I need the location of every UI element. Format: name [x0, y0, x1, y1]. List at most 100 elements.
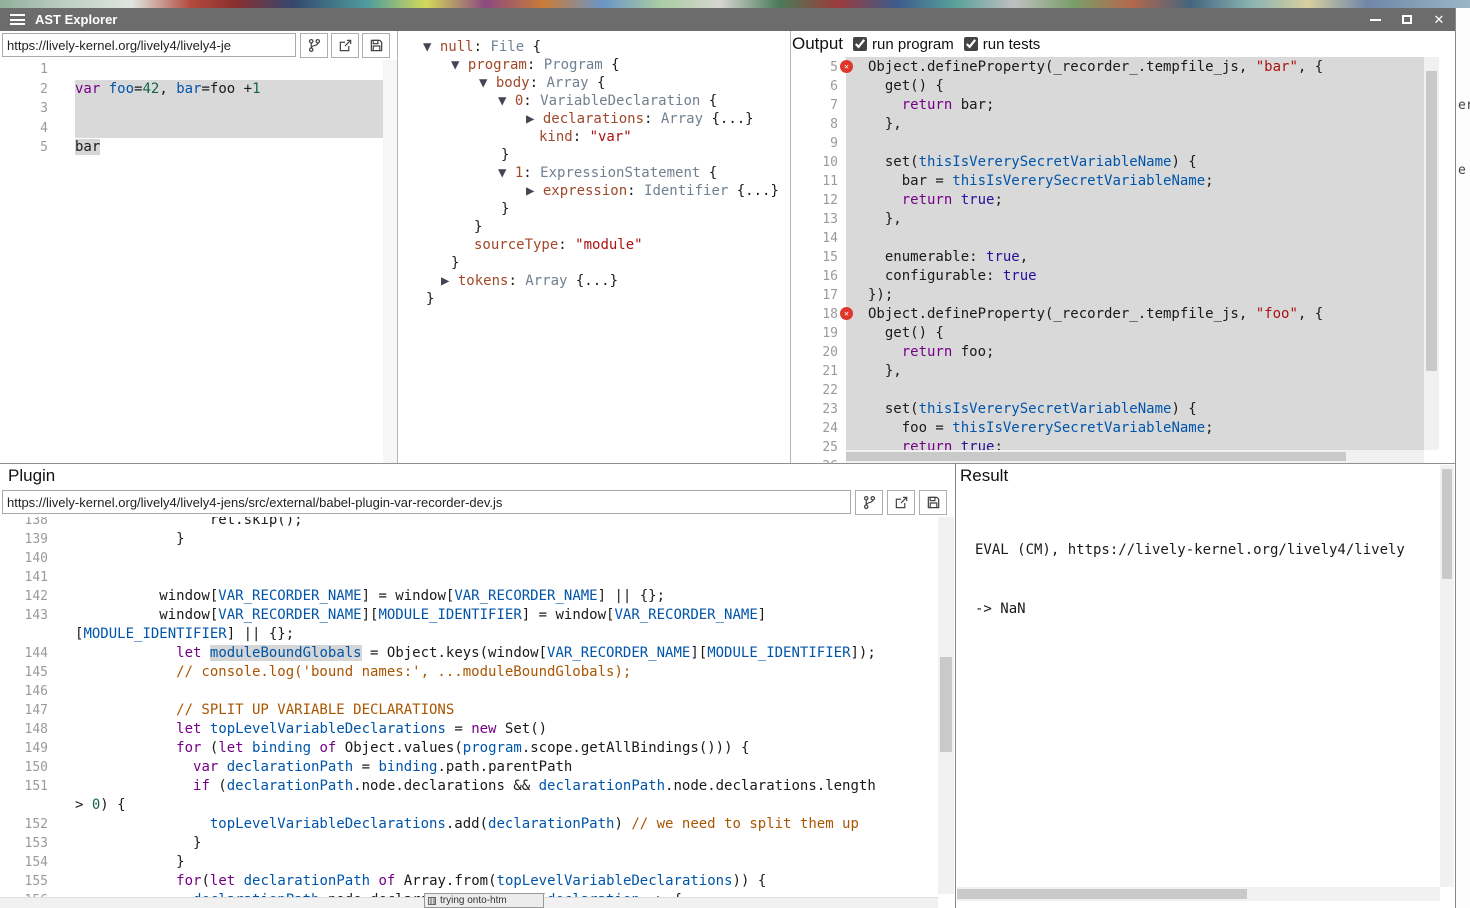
scrollbar-thumb[interactable] [957, 889, 1247, 899]
line-number: 14 [812, 229, 838, 248]
code-line: 1 [0, 60, 383, 80]
code-line: 3 [0, 99, 383, 119]
minimize-icon [1370, 19, 1381, 21]
code-line: 20 return foo; [812, 343, 1424, 362]
save-button[interactable] [362, 33, 390, 58]
line-number: 11 [812, 172, 838, 191]
output-editor[interactable]: 5✕Object.defineProperty(_recorder_.tempf… [812, 57, 1424, 463]
code-line: ▶ tokens: Array {...} [423, 272, 790, 290]
line-number: 12 [812, 191, 838, 210]
plugin-vertical-scrollbar[interactable] [938, 517, 954, 894]
code-line: 154 } [0, 853, 938, 872]
window-title: AST Explorer [35, 12, 117, 27]
ast-tree[interactable]: ▼ null: File {▼ program: Program {▼ body… [398, 31, 790, 463]
code-line: 13 }, [812, 210, 1424, 229]
code-line: 17}); [812, 286, 1424, 305]
code-line: sourceType: "module" [423, 236, 790, 254]
minimize-button[interactable] [1367, 12, 1383, 28]
code-line: 139 } [0, 530, 938, 549]
output-horizontal-scrollbar[interactable] [846, 450, 1424, 463]
open-external-button[interactable] [331, 33, 359, 58]
result-vertical-scrollbar[interactable] [1440, 465, 1454, 887]
taskbar-fragment-label: trying onto-htm [440, 895, 507, 906]
plugin-version-history-button[interactable] [855, 490, 883, 515]
code-line: 7 return bar; [812, 96, 1424, 115]
result-horizontal-scrollbar[interactable] [957, 887, 1440, 901]
code-line: } [423, 254, 790, 272]
code-line: 10 set(thisIsVererySecretVariableName) { [812, 153, 1424, 172]
run-program-checkbox-input[interactable] [853, 37, 867, 51]
source-url-input[interactable] [2, 33, 296, 57]
code-line: 155 for(let declarationPath of Array.fro… [0, 872, 938, 891]
pane-divider [955, 463, 956, 908]
run-tests-checkbox[interactable]: run tests [964, 36, 1041, 53]
code-line: 140 [0, 549, 938, 568]
error-icon[interactable]: ✕ [840, 60, 853, 73]
line-number: 9 [812, 134, 838, 153]
plugin-title: Plugin [8, 466, 55, 486]
line-number: 155 [0, 872, 48, 891]
line-number: 153 [0, 834, 48, 853]
version-history-button[interactable] [300, 33, 328, 58]
code-line: 151 if (declarationPath.node.declaration… [0, 777, 938, 796]
code-line: 18✕Object.defineProperty(_recorder_.temp… [812, 305, 1424, 324]
close-button[interactable]: ✕ [1431, 12, 1447, 28]
error-icon[interactable]: ✕ [840, 307, 853, 320]
desktop-wallpaper-strip [0, 0, 1470, 8]
code-line: ▼ 0: VariableDeclaration { [423, 92, 790, 110]
output-vertical-scrollbar[interactable] [1424, 57, 1439, 450]
external-link-icon [338, 38, 353, 53]
line-number: 5 [0, 138, 48, 158]
source-code-editor[interactable]: 12var foo=42, bar=foo +1345bar [0, 60, 383, 463]
source-editor-scrollbar[interactable] [383, 60, 397, 463]
scrollbar-thumb[interactable] [940, 657, 952, 752]
line-number: 2 [0, 80, 48, 100]
line-number: 8 [812, 115, 838, 134]
result-title: Result [960, 466, 1008, 486]
line-number: 16 [812, 267, 838, 286]
window-titlebar: AST Explorer ✕ [0, 8, 1455, 31]
line-number: 17 [812, 286, 838, 305]
line-number: 22 [812, 381, 838, 400]
line-number: 3 [0, 99, 48, 119]
taskbar-fragment[interactable]: trying onto-htm [424, 893, 544, 908]
maximize-button[interactable] [1399, 12, 1415, 28]
save-icon [926, 495, 941, 510]
scrollbar-thumb[interactable] [846, 452, 1346, 461]
code-line: 145 // console.log('bound names:', ...mo… [0, 663, 938, 682]
line-number: 144 [0, 644, 48, 663]
line-number [0, 796, 48, 815]
menu-icon[interactable] [10, 14, 25, 25]
pane-divider [790, 31, 791, 463]
plugin-save-button[interactable] [919, 490, 947, 515]
line-number: 151 [0, 777, 48, 796]
code-line: kind: "var" [423, 128, 790, 146]
code-line: 149 for (let binding of Object.values(pr… [0, 739, 938, 758]
line-number: 4 [0, 119, 48, 139]
plugin-open-external-button[interactable] [887, 490, 915, 515]
run-program-checkbox[interactable]: run program [853, 36, 954, 53]
run-program-label: run program [872, 36, 954, 53]
code-line: 150 var declarationPath = binding.path.p… [0, 758, 938, 777]
run-tests-label: run tests [983, 36, 1041, 53]
line-number: 1 [0, 60, 48, 80]
run-tests-checkbox-input[interactable] [964, 37, 978, 51]
line-number: 25 [812, 438, 838, 457]
code-line: 144 let moduleBoundGlobals = Object.keys… [0, 644, 938, 663]
scrollbar-thumb[interactable] [1442, 469, 1452, 579]
line-number: 21 [812, 362, 838, 381]
line-number: 19 [812, 324, 838, 343]
line-number: 139 [0, 530, 48, 549]
plugin-code-editor[interactable]: 138 ret.skip();139 }140141142 window[VAR… [0, 517, 938, 903]
code-line: ▼ null: File { [423, 38, 790, 56]
branch-icon [862, 495, 877, 510]
code-line: 11 bar = thisIsVererySecretVariableName; [812, 172, 1424, 191]
line-number: 138 [0, 517, 48, 530]
line-number: 154 [0, 853, 48, 872]
code-line: 23 set(thisIsVererySecretVariableName) { [812, 400, 1424, 419]
code-line: 21 }, [812, 362, 1424, 381]
code-line: 153 } [0, 834, 938, 853]
scrollbar-thumb[interactable] [1426, 71, 1437, 371]
line-number: 149 [0, 739, 48, 758]
plugin-url-input[interactable] [2, 490, 851, 514]
